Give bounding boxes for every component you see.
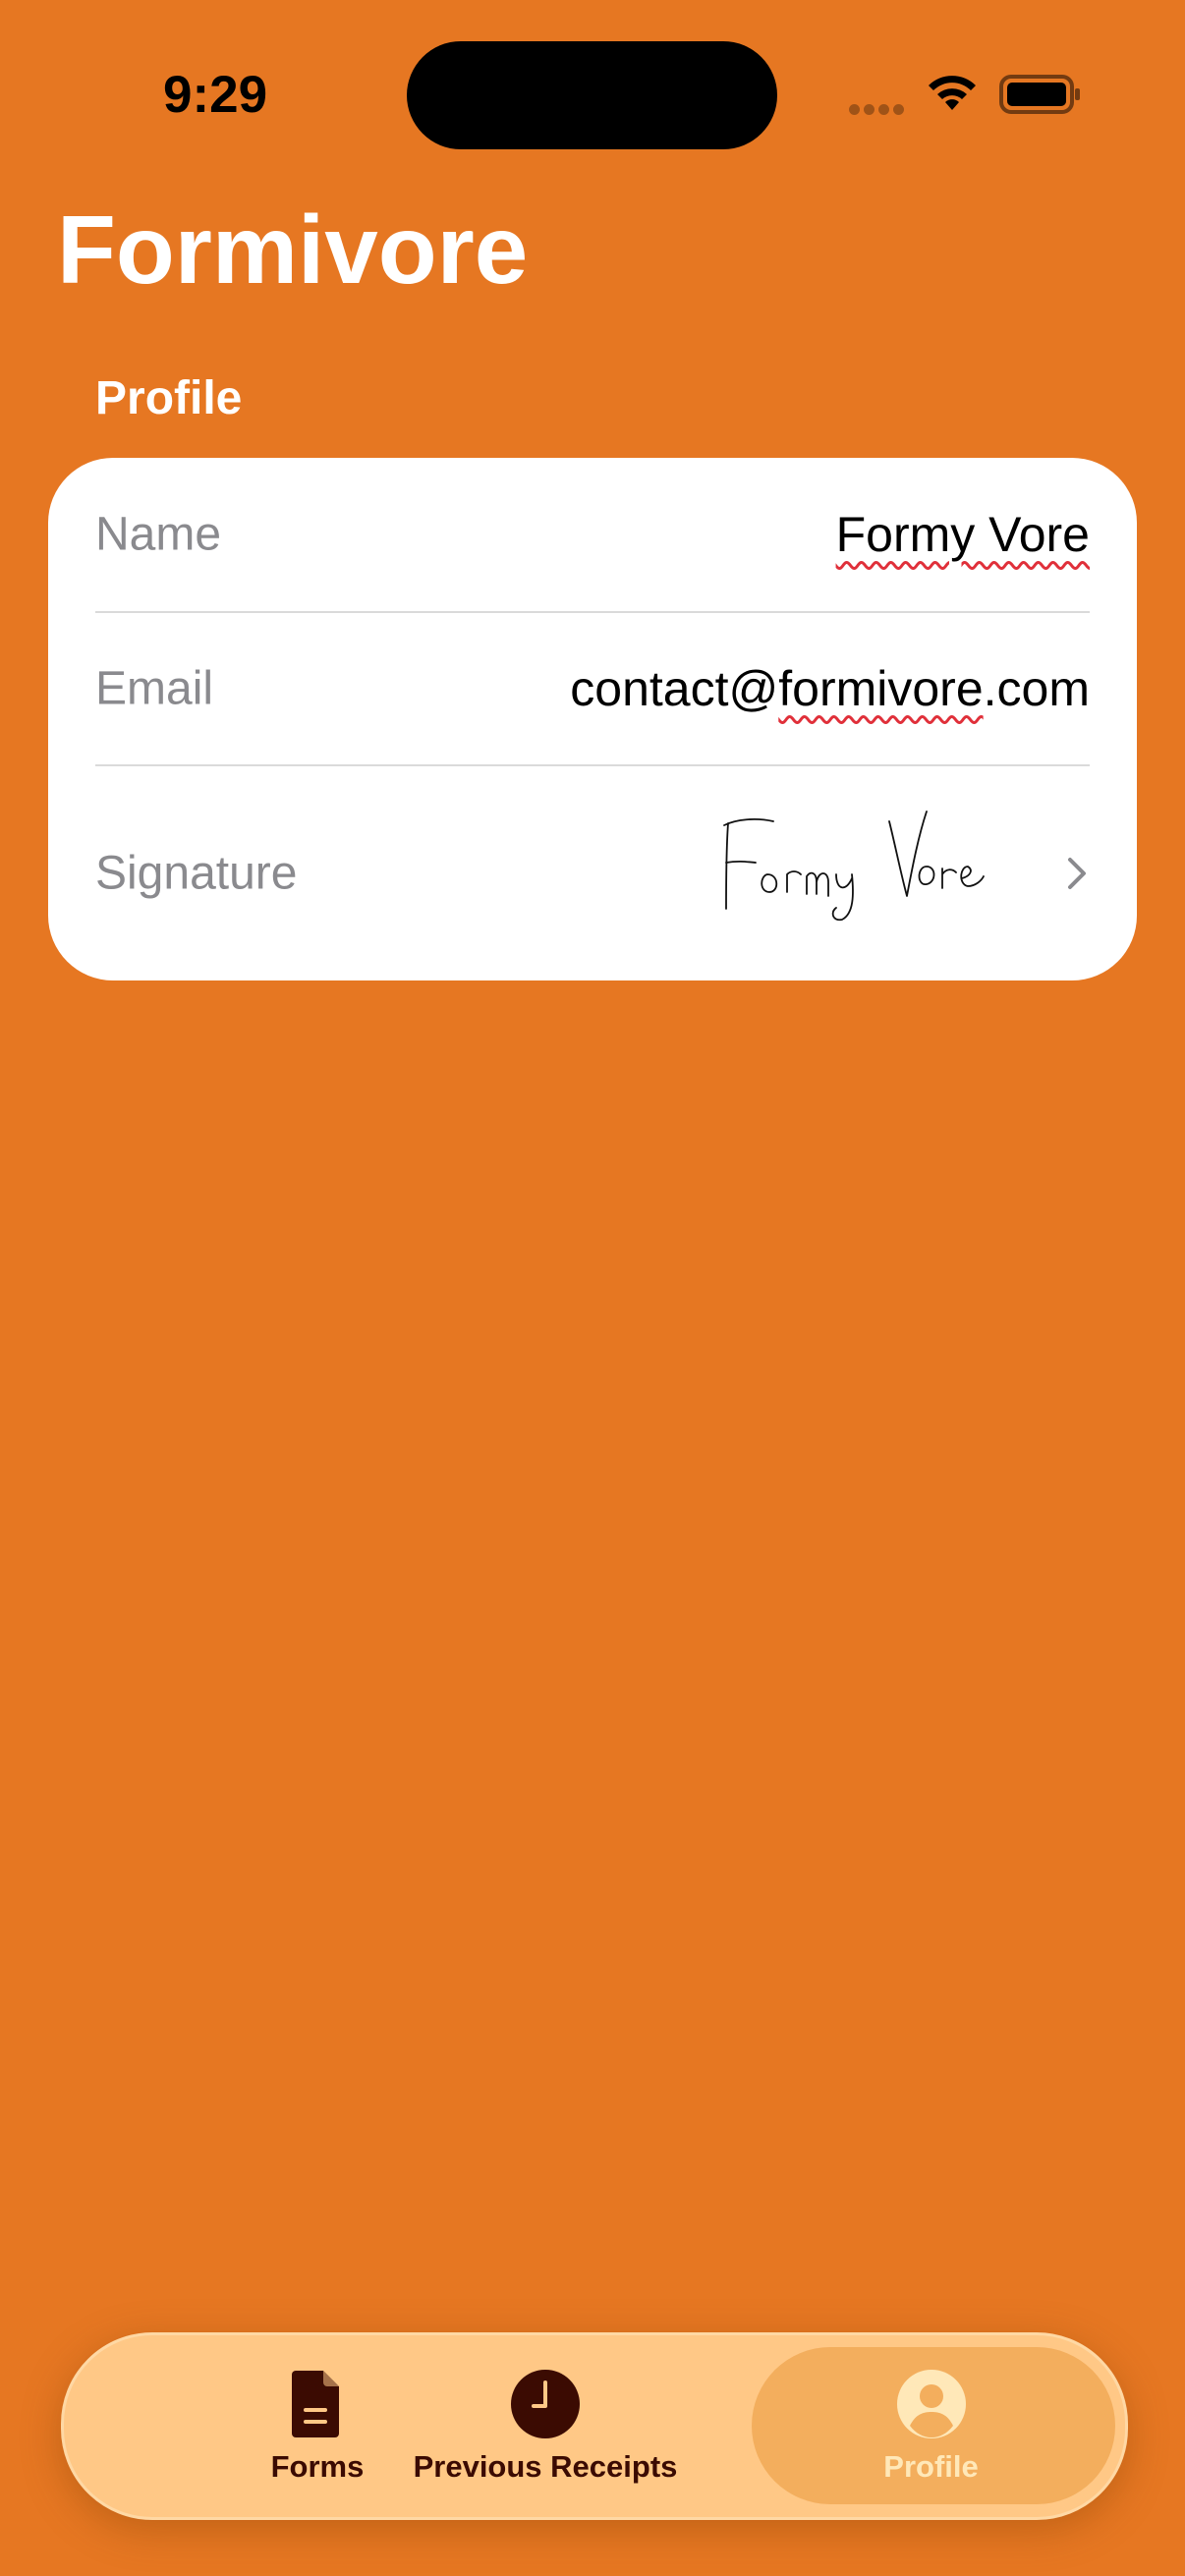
name-label: Name <box>95 508 222 561</box>
tab-bar: Forms Previous Receipts Profile <box>61 2332 1128 2520</box>
signature-label: Signature <box>95 847 298 900</box>
profile-card: Name Formy Vore Email contact@formivore.… <box>48 458 1137 980</box>
name-field[interactable]: Formy Vore <box>836 506 1090 563</box>
chevron-right-icon <box>1068 858 1086 889</box>
tab-profile-label: Profile <box>883 2449 979 2484</box>
profile-section-header: Profile <box>95 372 243 424</box>
status-time: 9:29 <box>163 66 268 124</box>
wifi-icon <box>929 76 976 110</box>
document-icon <box>292 2371 339 2437</box>
signature-row[interactable]: Signature <box>95 766 1090 980</box>
tab-profile[interactable]: Profile <box>752 2335 1110 2517</box>
clock-icon <box>511 2370 580 2438</box>
status-bar: 9:29 <box>0 0 1185 196</box>
email-row[interactable]: Email contact@formivore.com <box>95 613 1090 766</box>
tab-previous-receipts-label: Previous Receipts <box>413 2449 678 2484</box>
dynamic-island <box>407 41 777 149</box>
email-label: Email <box>95 662 214 715</box>
person-circle-icon <box>896 2370 966 2438</box>
name-row[interactable]: Name Formy Vore <box>95 458 1090 613</box>
email-field[interactable]: contact@formivore.com <box>570 660 1090 717</box>
tab-previous-receipts[interactable]: Previous Receipts <box>359 2335 732 2517</box>
app-title: Formivore <box>57 196 529 304</box>
signature-image <box>723 811 985 922</box>
battery-icon <box>999 75 1080 114</box>
cellular-signal-icon <box>849 102 908 116</box>
